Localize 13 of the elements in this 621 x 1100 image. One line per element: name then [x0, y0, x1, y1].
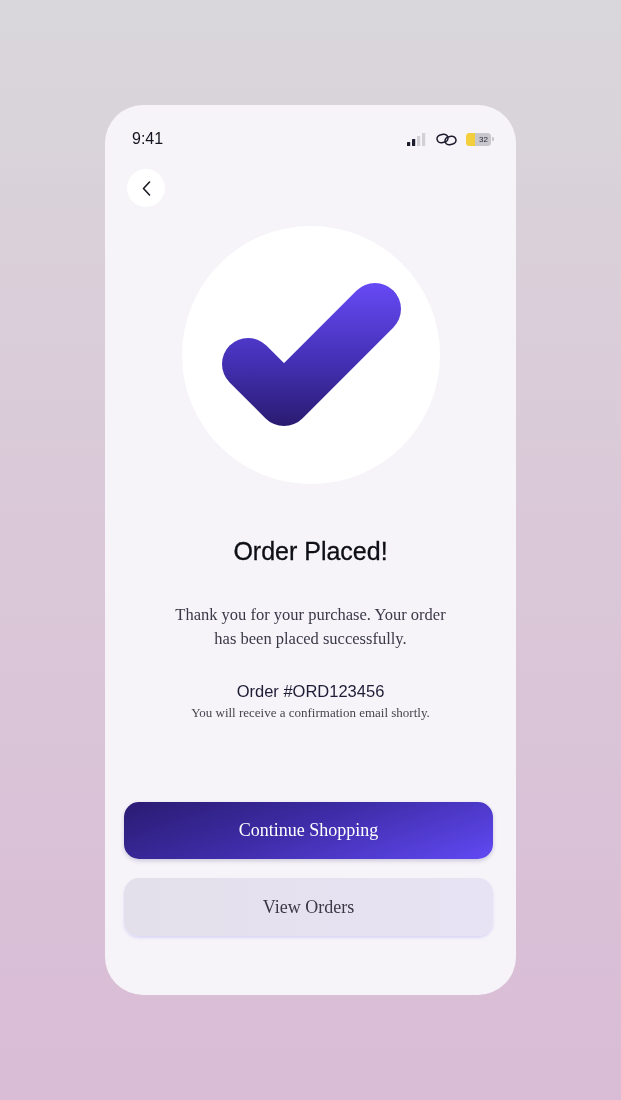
success-message: Thank you for your purchase. Your order has been placed successfully.: [174, 604, 447, 650]
confirmation-note: You will receive a confirmation email shortly.: [191, 704, 430, 722]
battery-level-text: 32: [479, 134, 488, 144]
continue-shopping-button[interactable]: Continue Shopping: [124, 802, 493, 859]
order-number: Order #ORD123456: [236, 681, 385, 702]
success-title: Order Placed!: [233, 536, 388, 566]
link-icon: [436, 132, 457, 146]
view-orders-button[interactable]: View Orders: [124, 878, 493, 936]
check-icon: [181, 226, 440, 484]
signal-icon: [407, 132, 426, 146]
back-button[interactable]: [127, 169, 165, 207]
status-time: 9:41: [132, 130, 164, 148]
chevron-left-icon: [141, 180, 151, 196]
